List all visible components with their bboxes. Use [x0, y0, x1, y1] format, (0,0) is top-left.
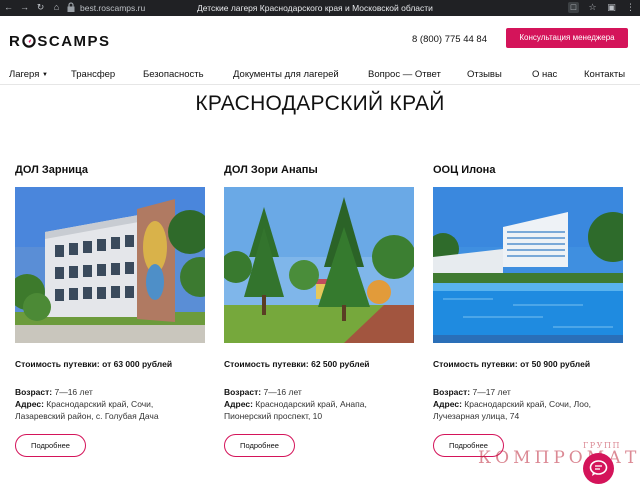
camp-title[interactable]: ДОЛ Зори Анапы [224, 160, 414, 180]
camp-card-zarnitsa: ДОЛ Зарница Стоимость путевки: от 63 000… [15, 160, 205, 457]
address-bar[interactable]: best.roscamps.ru [80, 3, 145, 13]
logo-o-icon [22, 34, 37, 48]
menu-item-documents[interactable]: Документы для лагерей [233, 69, 339, 80]
forward-icon[interactable]: → [19, 2, 30, 13]
page-title: КРАСНОДАРСКИЙ КРАЙ [195, 92, 445, 115]
camp-price: Стоимость путевки: 62 500 рублей [224, 359, 370, 369]
menu-item-camps[interactable]: Лагеря ▼ [9, 69, 48, 80]
camp-photo[interactable] [15, 187, 205, 343]
extension-icon[interactable]: □ [568, 2, 579, 13]
menu-item-transfer[interactable]: Трансфер [71, 69, 115, 80]
camp-title[interactable]: ООЦ Илона [433, 160, 623, 180]
camp-card-zori-anapy: ДОЛ Зори Анапы Стоимость путевки: 62 500… [224, 160, 414, 457]
more-button[interactable]: Подробнее [15, 434, 86, 457]
reload-icon[interactable]: ↻ [35, 2, 46, 13]
phone-number[interactable]: 8 (800) 775 44 84 [412, 34, 487, 45]
camp-details: Возраст: 7—16 лет Адрес: Краснодарский к… [15, 386, 205, 422]
browser-nav: ← → ↻ ⌂ [3, 2, 62, 13]
menu-item-reviews[interactable]: Отзывы [467, 69, 502, 80]
camp-address: Адрес: Краснодарский край, Сочи, Лоо, Лу… [433, 399, 592, 421]
camp-price: Стоимость путевки: от 63 000 рублей [15, 359, 173, 369]
chat-bubble-icon [589, 460, 608, 476]
consultation-button[interactable]: Консультация менеджера [506, 28, 628, 48]
menu-item-contacts[interactable]: Контакты [584, 69, 625, 80]
camp-age: Возраст: 7—17 лет [433, 387, 511, 397]
caret-down-icon: ▼ [42, 72, 48, 78]
camp-details: Возраст: 7—17 лет Адрес: Краснодарский к… [433, 386, 623, 422]
menu-item-about[interactable]: О нас [532, 69, 557, 80]
lock-icon [67, 2, 75, 12]
camp-price: Стоимость путевки: от 50 900 рублей [433, 359, 591, 369]
extension-puzzle-icon[interactable]: ▣ [606, 2, 617, 13]
more-button[interactable]: Подробнее [224, 434, 295, 457]
camp-age: Возраст: 7—16 лет [224, 387, 302, 397]
roscamps-logo[interactable]: R SCAMPS [9, 33, 111, 50]
camp-address: Адрес: Краснодарский край, Сочи, Лазарев… [15, 399, 159, 421]
star-icon[interactable]: ☆ [587, 2, 598, 13]
menu-item-safety[interactable]: Безопасность [143, 69, 204, 80]
camp-address: Адрес: Краснодарский край, Анапа, Пионер… [224, 399, 367, 421]
menu-item-faq[interactable]: Вопрос — Ответ [368, 69, 441, 80]
browser-actions: □ ☆ ▣ ⋮ [568, 2, 636, 13]
browser-bar: ← → ↻ ⌂ best.roscamps.ru Детские лагеря … [0, 0, 640, 16]
menu-dots-icon[interactable]: ⋮ [625, 2, 636, 13]
back-icon[interactable]: ← [3, 2, 14, 13]
home-icon[interactable]: ⌂ [51, 2, 62, 13]
camp-card-ilona: ООЦ Илона Стоимость путевки: от 50 900 р… [433, 160, 623, 457]
camp-photo[interactable] [224, 187, 414, 343]
camp-title[interactable]: ДОЛ Зарница [15, 160, 205, 180]
chat-button[interactable] [583, 453, 614, 484]
watermark: КОМПРОМАТ [478, 448, 640, 468]
camp-age: Возраст: 7—16 лет [15, 387, 93, 397]
camp-details: Возраст: 7—16 лет Адрес: Краснодарский к… [224, 386, 414, 422]
tab-title: Детские лагеря Краснодарского края и Мос… [197, 3, 433, 13]
main-menu: Лагеря ▼ Трансфер Безопасность Документы… [0, 65, 640, 85]
camp-photo[interactable] [433, 187, 623, 343]
